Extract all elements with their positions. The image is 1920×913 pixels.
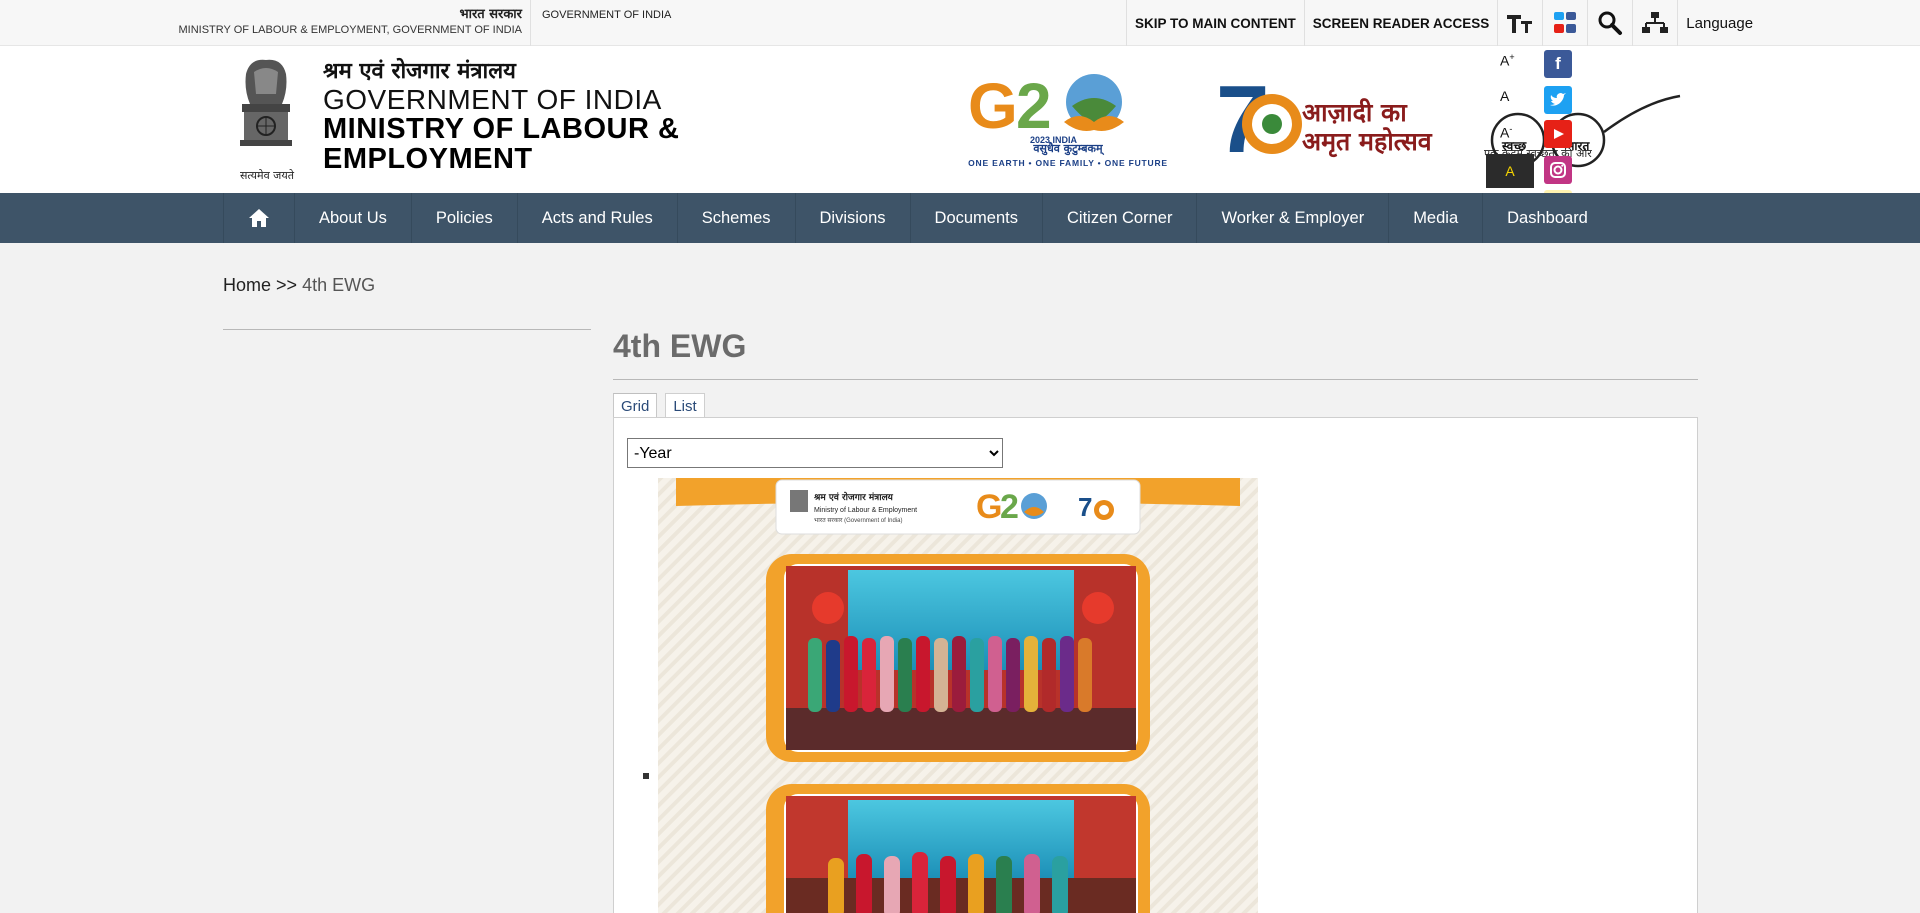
svg-text:7: 7 — [1078, 492, 1092, 522]
nav-citizen-corner[interactable]: Citizen Corner — [1043, 193, 1198, 243]
svg-text:G: G — [968, 70, 1018, 142]
breadcrumb-sep: >> — [276, 275, 298, 295]
nav-media[interactable]: Media — [1389, 193, 1484, 243]
tab-grid[interactable]: Grid — [613, 393, 658, 418]
nav-acts-and-rules[interactable]: Acts and Rules — [518, 193, 678, 243]
gov-of-india-title: GOVERNMENT OF INDIA — [323, 84, 662, 115]
svg-text:2: 2 — [1016, 70, 1052, 142]
poster-hindi: श्रम एवं रोजगार मंत्रालय — [813, 491, 894, 503]
facebook-icon[interactable]: f — [1544, 50, 1572, 78]
nav-documents[interactable]: Documents — [911, 193, 1043, 243]
high-contrast-button[interactable]: A — [1486, 154, 1534, 188]
language-selector[interactable]: Language — [1677, 0, 1763, 46]
top-utility-bar: भारत सरकार MINISTRY OF LABOUR & EMPLOYME… — [0, 0, 1920, 46]
instagram-icon[interactable] — [1544, 156, 1572, 184]
poster-ministry: Ministry of Labour & Employment — [814, 507, 917, 514]
gov-identifier: भारत सरकार MINISTRY OF LABOUR & EMPLOYME… — [150, 7, 523, 37]
g20-hindi-motto: वसुधैव कुटुम्बकम् — [1033, 142, 1103, 155]
nav-home[interactable] — [223, 193, 295, 243]
screen-reader-link[interactable]: SCREEN READER ACCESS — [1303, 0, 1498, 46]
font-normal-button[interactable]: A — [1500, 88, 1509, 104]
list-bullet — [643, 773, 649, 779]
ministry-hindi-name: श्रम एवं रोजगार मंत्रालय — [323, 59, 516, 84]
g20-tagline: ONE EARTH • ONE FAMILY • ONE FUTURE — [968, 158, 1168, 168]
divider — [530, 0, 531, 46]
sidebar-divider — [223, 329, 591, 330]
gallery-panel: -Year श्रम एवं रोजगार मंत्रालय Ministry … — [613, 417, 1698, 913]
azadi-line1: आज़ादी का — [1302, 98, 1407, 127]
sitemap-icon[interactable] — [1632, 0, 1677, 46]
gov-english-label: MINISTRY OF LABOUR & EMPLOYMENT, GOVERNM… — [178, 24, 523, 36]
breadcrumb-current: 4th EWG — [302, 275, 376, 295]
search-icon[interactable] — [1587, 0, 1632, 46]
home-icon — [249, 209, 269, 227]
social-media-icon[interactable] — [1542, 0, 1587, 46]
svg-text:G: G — [976, 488, 1002, 526]
emblem-motto: सत्यमेव जयते — [239, 169, 294, 182]
twitter-icon[interactable] — [1544, 86, 1572, 114]
azadi-line2: अमृत महोत्सव — [1302, 127, 1432, 156]
youtube-icon[interactable] — [1544, 120, 1572, 148]
utility-links: SKIP TO MAIN CONTENT SCREEN READER ACCES… — [1126, 0, 1763, 46]
font-decrease-button[interactable]: A- — [1500, 124, 1512, 141]
nav-schemes[interactable]: Schemes — [678, 193, 796, 243]
main-navigation: About Us Policies Acts and Rules Schemes… — [0, 193, 1920, 243]
view-tabs: Grid List — [613, 393, 713, 418]
svg-text:2: 2 — [1000, 488, 1019, 526]
nav-divisions[interactable]: Divisions — [796, 193, 911, 243]
poster-gov: भारत सरकार (Government of India) — [814, 518, 902, 524]
font-increase-button[interactable]: A+ — [1500, 52, 1515, 69]
gallery-photo[interactable]: श्रम एवं रोजगार मंत्रालय Ministry of Lab… — [658, 478, 1258, 913]
year-select[interactable]: -Year — [627, 438, 1003, 468]
nav-worker-employer[interactable]: Worker & Employer — [1197, 193, 1390, 243]
gov-india-label: GOVERNMENT OF INDIA — [542, 9, 672, 21]
title-divider — [613, 379, 1698, 380]
breadcrumb: Home >> 4th EWG — [223, 275, 375, 296]
nav-dashboard[interactable]: Dashboard — [1483, 193, 1612, 243]
tab-list[interactable]: List — [665, 393, 705, 418]
group-photo-row-2 — [828, 852, 1068, 913]
gov-hindi-label: भारत सरकार — [459, 7, 522, 22]
ministry-name: MINISTRY OF LABOUR & EMPLOYMENT — [323, 113, 680, 175]
nav-policies[interactable]: Policies — [412, 193, 518, 243]
national-emblem-icon[interactable] — [228, 54, 304, 182]
text-size-icon[interactable] — [1497, 0, 1542, 46]
nav-about-us[interactable]: About Us — [295, 193, 412, 243]
skip-to-main-link[interactable]: SKIP TO MAIN CONTENT — [1126, 0, 1304, 46]
azadi-hindi-text: आज़ादी का अमृत महोत्सव — [1302, 98, 1432, 156]
page-title: 4th EWG — [613, 328, 747, 364]
site-header: सत्यमेव जयते श्रम एवं रोजगार मंत्रालय GO… — [0, 46, 1920, 218]
breadcrumb-home[interactable]: Home — [223, 275, 271, 295]
